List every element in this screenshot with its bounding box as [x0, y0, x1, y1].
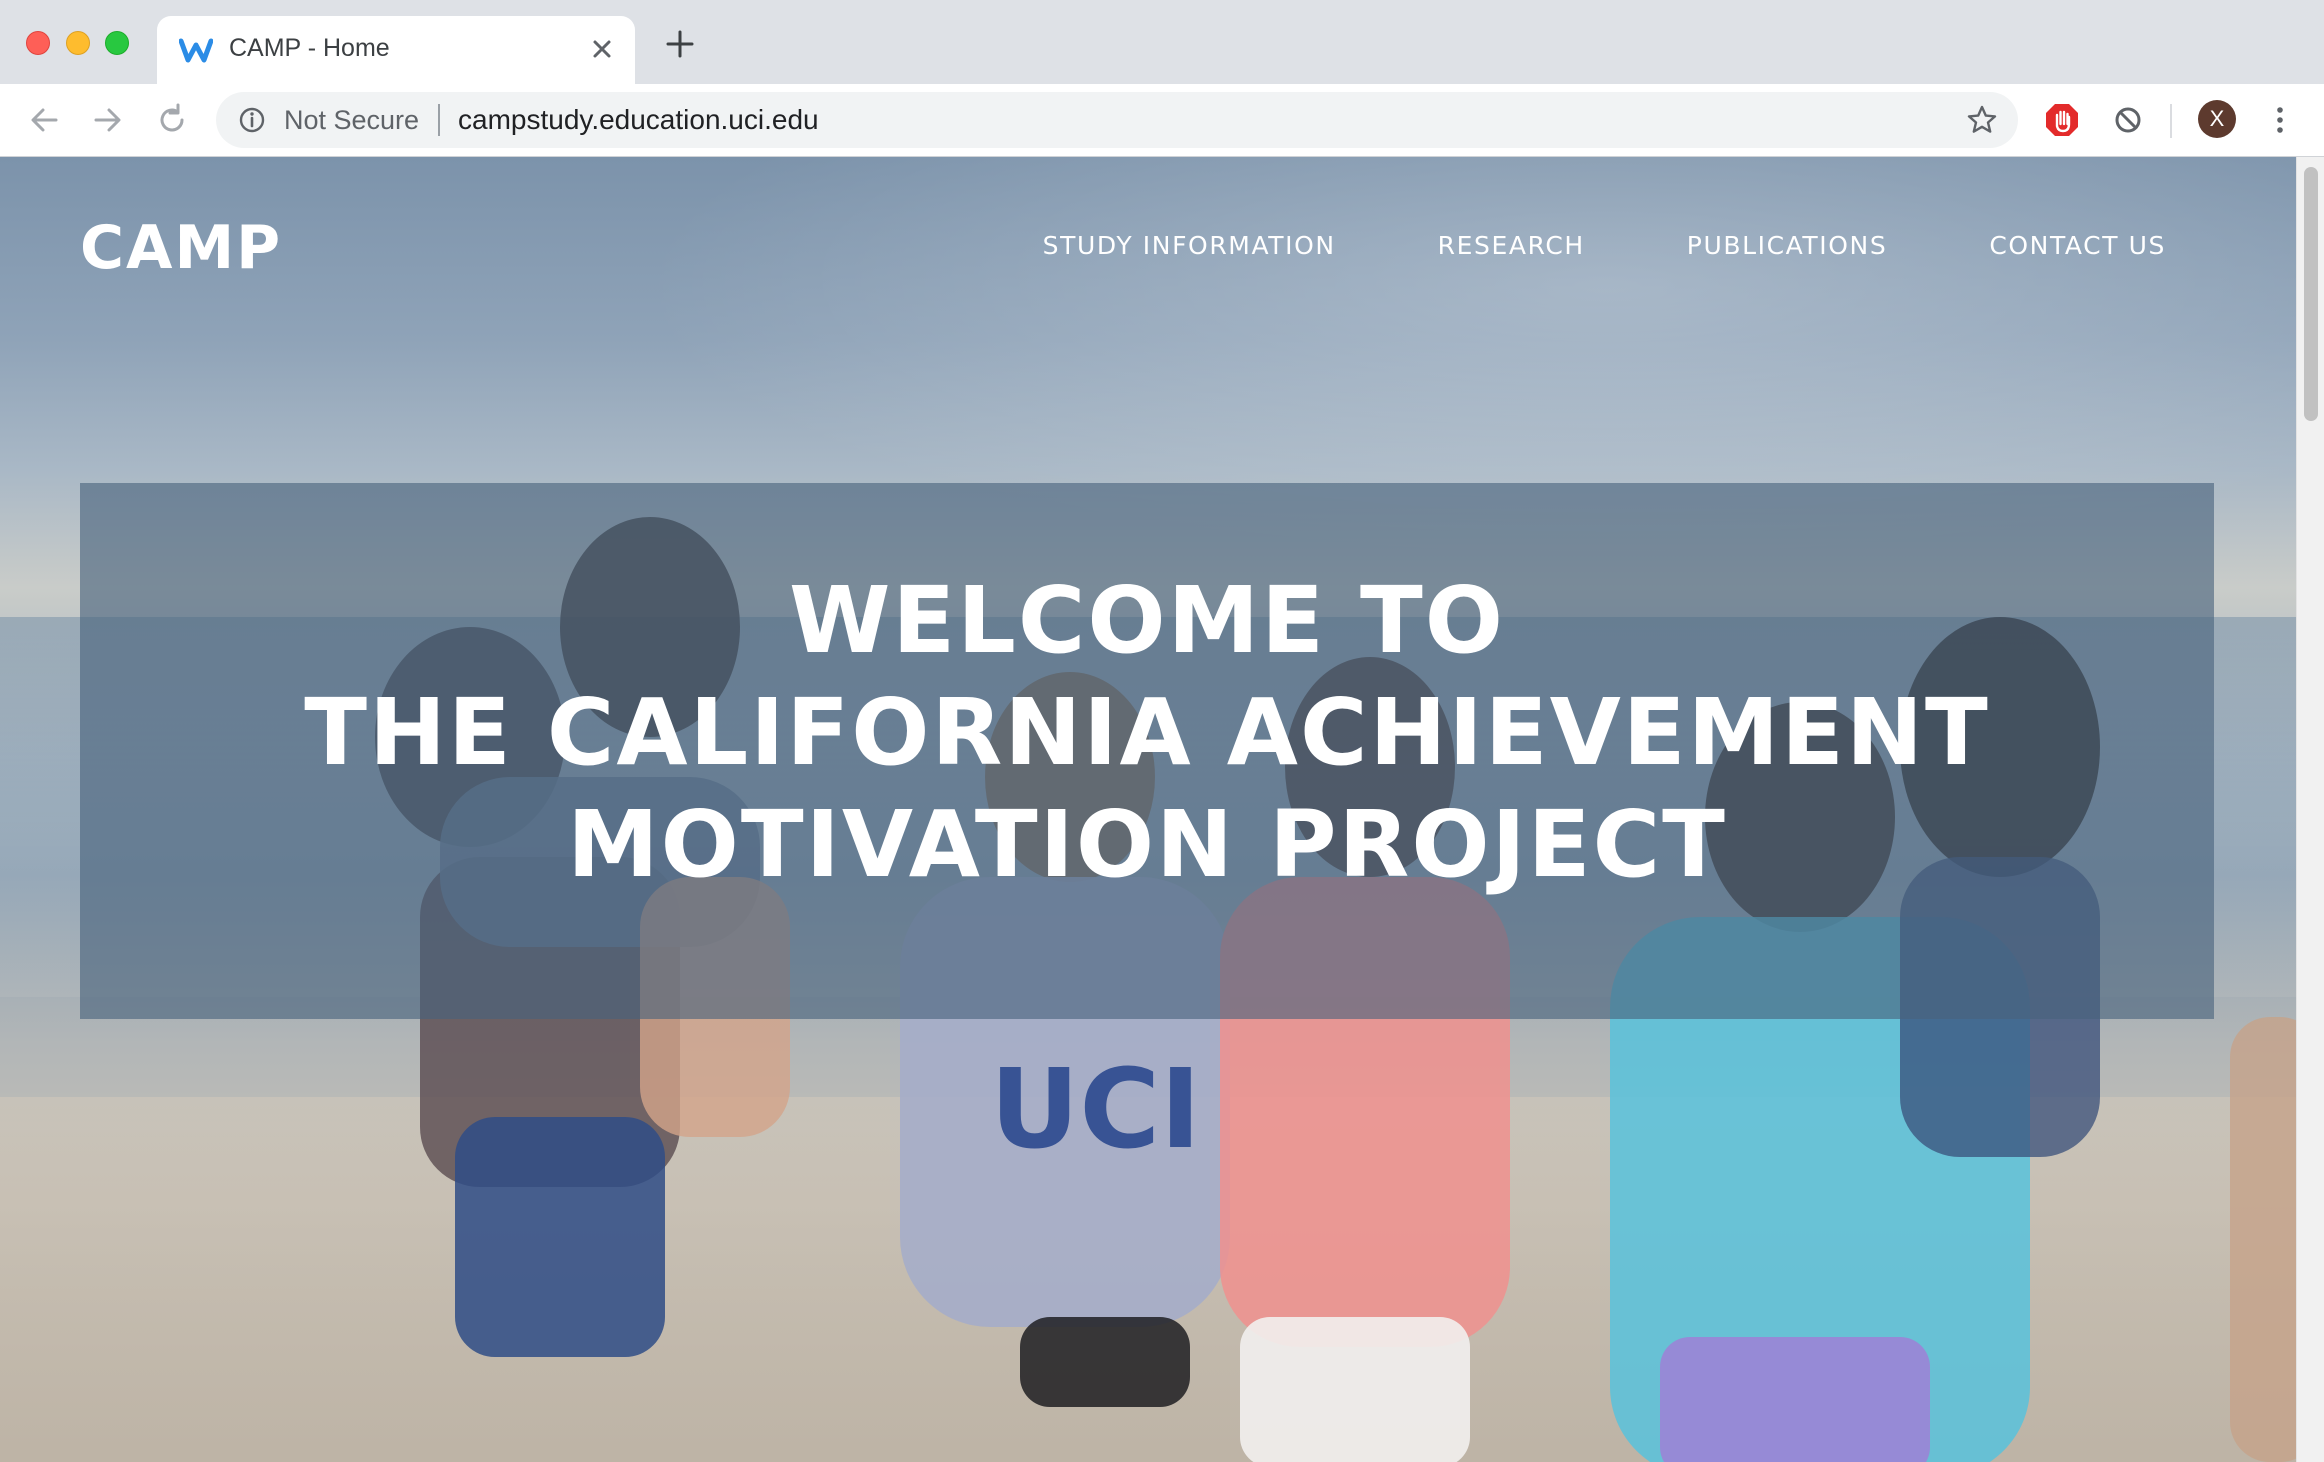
- back-arrow-icon[interactable]: [26, 102, 62, 138]
- adblock-stop-icon[interactable]: [2044, 102, 2080, 138]
- nav-publications[interactable]: PUBLICATIONS: [1687, 231, 1888, 260]
- hero-heading-line-1: WELCOME TO: [788, 567, 1506, 674]
- page-viewport: UCI CAMP STUDY INFORMATION RESEARCH PUBL…: [0, 157, 2296, 1462]
- tab-title: CAMP - Home: [229, 34, 390, 62]
- hero-heading-line-3: MOTIVATION PROJECT: [567, 791, 1727, 898]
- zoom-window-button[interactable]: [105, 31, 129, 55]
- browser-chrome: CAMP - Home Not Secure campstudy.educati…: [0, 0, 2324, 157]
- weebly-w-icon: [179, 38, 213, 63]
- bookmark-star-icon[interactable]: [1966, 104, 1998, 136]
- close-tab-icon[interactable]: [587, 34, 617, 64]
- info-icon[interactable]: [238, 106, 266, 134]
- address-bar[interactable]: Not Secure campstudy.education.uci.edu: [216, 92, 2018, 148]
- toolbar-divider: [2170, 104, 2172, 138]
- minimize-window-button[interactable]: [66, 31, 90, 55]
- security-label[interactable]: Not Secure: [284, 105, 419, 136]
- reload-icon[interactable]: [154, 102, 190, 138]
- nav-research[interactable]: RESEARCH: [1438, 231, 1585, 260]
- hero-heading: WELCOME TO THE CALIFORNIA ACHIEVEMENT MO…: [80, 565, 2214, 901]
- browser-tab-active[interactable]: CAMP - Home: [157, 16, 635, 84]
- forward-arrow-icon[interactable]: [90, 102, 126, 138]
- nav-contact-us[interactable]: CONTACT US: [1989, 231, 2166, 260]
- profile-avatar[interactable]: X: [2198, 100, 2236, 138]
- url-text[interactable]: campstudy.education.uci.edu: [458, 104, 819, 136]
- more-menu-icon[interactable]: [2268, 102, 2292, 138]
- page-scrollbar[interactable]: [2296, 157, 2324, 1462]
- svg-text:UCI: UCI: [990, 1045, 1201, 1173]
- omnibox-divider: [438, 104, 440, 136]
- nav-study-information[interactable]: STUDY INFORMATION: [1043, 231, 1336, 260]
- site-nav: STUDY INFORMATION RESEARCH PUBLICATIONS …: [1043, 231, 2166, 260]
- site-logo[interactable]: CAMP: [80, 213, 282, 283]
- scrollbar-thumb[interactable]: [2304, 167, 2318, 421]
- tab-strip: CAMP - Home: [0, 0, 2324, 84]
- hero-heading-line-2: THE CALIFORNIA ACHIEVEMENT: [304, 679, 1990, 786]
- block-icon[interactable]: [2110, 102, 2146, 138]
- new-tab-icon[interactable]: [664, 28, 696, 60]
- browser-toolbar: Not Secure campstudy.education.uci.edu X: [0, 84, 2324, 157]
- hero-welcome-banner: WELCOME TO THE CALIFORNIA ACHIEVEMENT MO…: [80, 483, 2214, 1019]
- close-window-button[interactable]: [26, 31, 50, 55]
